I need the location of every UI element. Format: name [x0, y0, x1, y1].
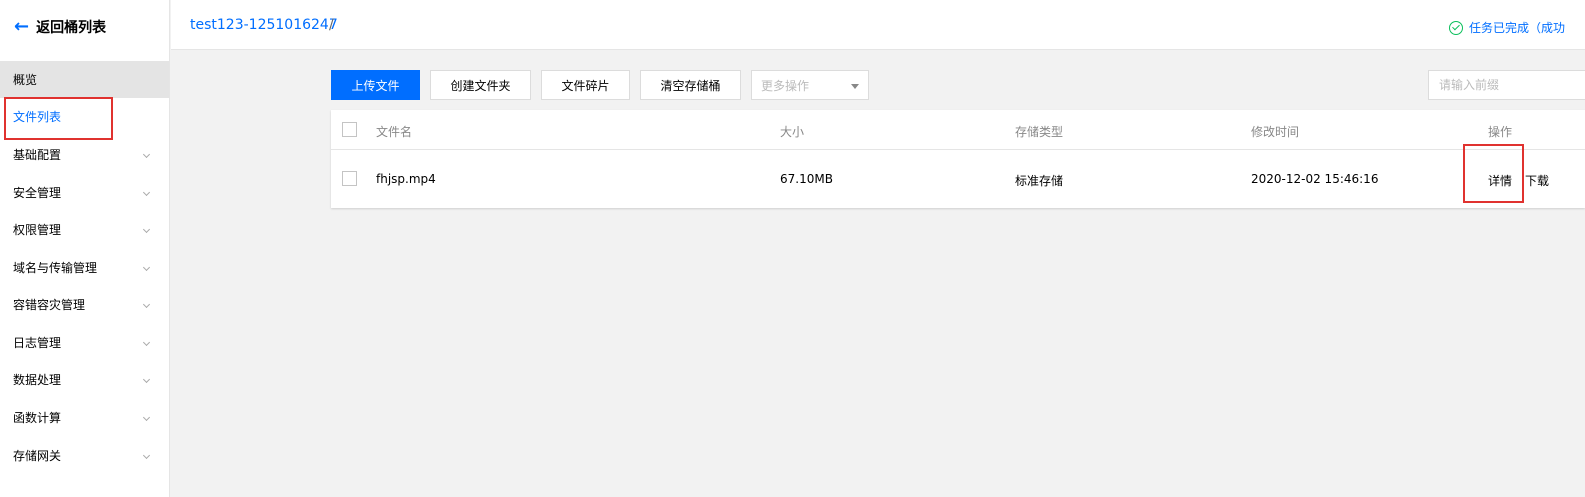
sidebar-item-basic-config[interactable]: 基础配置 — [0, 136, 169, 173]
back-to-bucket-list-button[interactable]: ← 返回桶列表 — [0, 0, 170, 54]
sidebar-item-domain-transfer[interactable]: 域名与传输管理 — [0, 249, 169, 286]
sidebar-item-label: 容错容灾管理 — [13, 298, 86, 312]
sidebar-item-permissions[interactable]: 权限管理 — [0, 211, 169, 248]
prefix-search-input[interactable] — [1428, 70, 1585, 100]
sidebar-item-security[interactable]: 安全管理 — [0, 174, 169, 211]
chevron-down-icon — [142, 451, 151, 459]
task-status[interactable]: 任务已完成（成功 — [1449, 19, 1565, 36]
table-row: fhjsp.mp4 67.10MB 标准存储 2020-12-02 15:46:… — [331, 150, 1585, 208]
sidebar-item-label: 存储网关 — [13, 449, 62, 463]
sidebar-item-label: 数据处理 — [13, 373, 62, 387]
file-name: fhjsp.mp4 — [376, 172, 436, 186]
sidebar-item-label: 概览 — [13, 73, 38, 87]
download-link[interactable]: 下载 — [1525, 172, 1549, 189]
column-header-name: 文件名 — [376, 125, 413, 139]
upload-file-button[interactable]: 上传文件 — [331, 70, 420, 100]
column-header-actions: 操作 — [1488, 125, 1513, 139]
column-header-storage: 存储类型 — [1015, 125, 1064, 139]
more-actions-select[interactable]: 更多操作 — [751, 70, 869, 100]
create-folder-button[interactable]: 创建文件夹 — [430, 70, 531, 100]
chevron-down-icon — [142, 263, 151, 271]
chevron-down-icon — [142, 375, 151, 383]
sidebar-item-label: 权限管理 — [13, 223, 62, 237]
select-all-checkbox[interactable] — [342, 122, 357, 137]
back-label: 返回桶列表 — [36, 20, 107, 36]
sidebar-item-label: 域名与传输管理 — [13, 261, 98, 275]
chevron-down-icon — [142, 300, 151, 308]
detail-link[interactable]: 详情 — [1488, 172, 1512, 189]
modified-time: 2020-12-02 15:46:16 — [1251, 172, 1379, 186]
breadcrumb-separator: / — [329, 17, 334, 33]
chevron-down-icon — [142, 150, 151, 158]
chevron-down-icon — [142, 225, 151, 233]
breadcrumb-bucket[interactable]: test123-1251016247 — [190, 17, 338, 33]
row-checkbox[interactable] — [342, 171, 357, 186]
sidebar-item-overview[interactable]: 概览 — [0, 61, 169, 98]
sidebar-item-functions[interactable]: 函数计算 — [0, 399, 169, 436]
storage-type: 标准存储 — [1015, 174, 1064, 188]
task-status-text: 任务已完成（成功 — [1469, 21, 1566, 35]
arrow-left-icon: ← — [14, 16, 30, 37]
chevron-down-icon — [142, 188, 151, 196]
sidebar-item-fault-tolerance[interactable]: 容错容灾管理 — [0, 286, 169, 323]
clear-bucket-button[interactable]: 清空存储桶 — [640, 70, 741, 100]
sidebar-item-label: 文件列表 — [13, 110, 62, 124]
file-fragments-button[interactable]: 文件碎片 — [541, 70, 630, 100]
top-bar: test123-1251016247 / 任务已完成（成功 — [171, 0, 1585, 50]
sidebar-item-label: 安全管理 — [13, 186, 62, 200]
column-header-size: 大小 — [780, 125, 805, 139]
sidebar-item-label: 日志管理 — [13, 336, 62, 350]
caret-down-icon — [851, 84, 859, 89]
sidebar: ← 返回桶列表 概览 文件列表 基础配置 安全管理 权限管理 域名与传输管理 容… — [0, 0, 170, 497]
sidebar-item-label: 函数计算 — [13, 411, 62, 425]
chevron-down-icon — [142, 413, 151, 421]
file-table: 文件名 大小 存储类型 修改时间 操作 fhjsp.mp4 67.10MB 标准… — [331, 110, 1585, 208]
sidebar-item-label: 基础配置 — [13, 148, 62, 162]
file-size: 67.10MB — [780, 172, 833, 186]
sidebar-item-storage-gateway[interactable]: 存储网关 — [0, 437, 169, 474]
column-header-modified: 修改时间 — [1251, 125, 1300, 139]
check-circle-icon — [1449, 20, 1463, 35]
sidebar-item-data-processing[interactable]: 数据处理 — [0, 361, 169, 398]
sidebar-item-logs[interactable]: 日志管理 — [0, 324, 169, 361]
chevron-down-icon — [142, 338, 151, 346]
table-header: 文件名 大小 存储类型 修改时间 操作 — [331, 110, 1585, 150]
more-actions-placeholder: 更多操作 — [761, 78, 810, 93]
sidebar-item-file-list[interactable]: 文件列表 — [0, 98, 169, 135]
